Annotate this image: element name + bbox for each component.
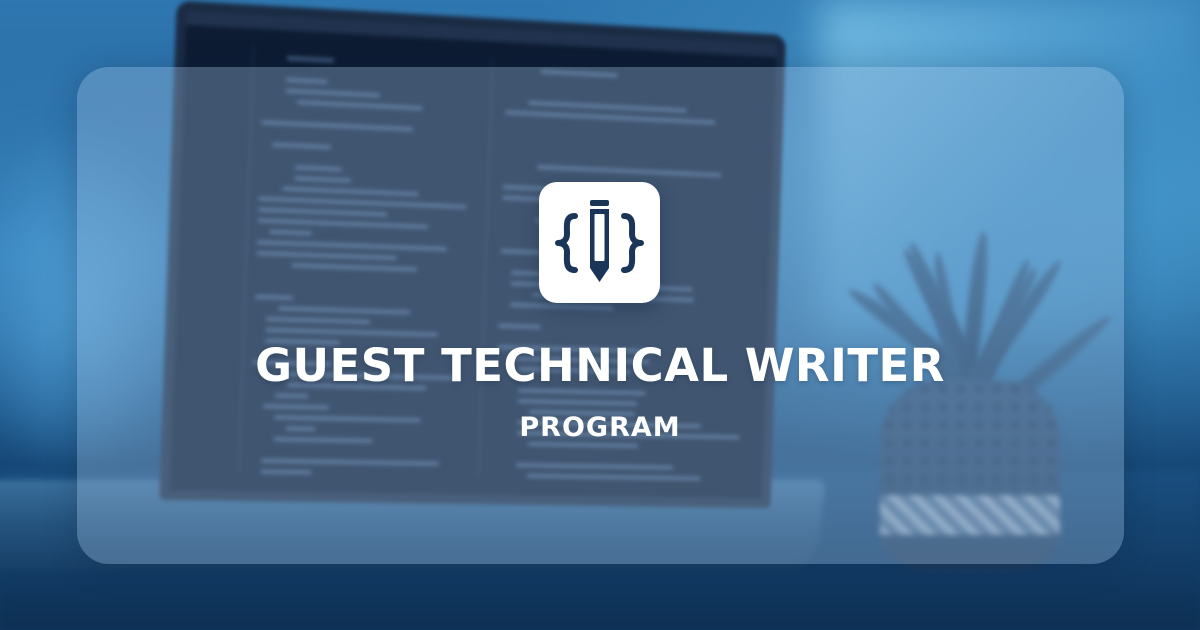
- left-brace-icon: [555, 213, 578, 273]
- banner-title: GUEST TECHNICAL WRITER: [255, 339, 945, 392]
- banner: GUEST TECHNICAL WRITER PROGRAM: [0, 0, 1200, 630]
- logo-tile: [539, 182, 660, 303]
- pencil-icon: [590, 200, 609, 282]
- code-braces-pencil-icon: [555, 200, 644, 282]
- banner-subtitle: PROGRAM: [519, 412, 681, 443]
- right-brace-icon: [621, 213, 644, 273]
- frosted-overlay-card: [77, 67, 1124, 564]
